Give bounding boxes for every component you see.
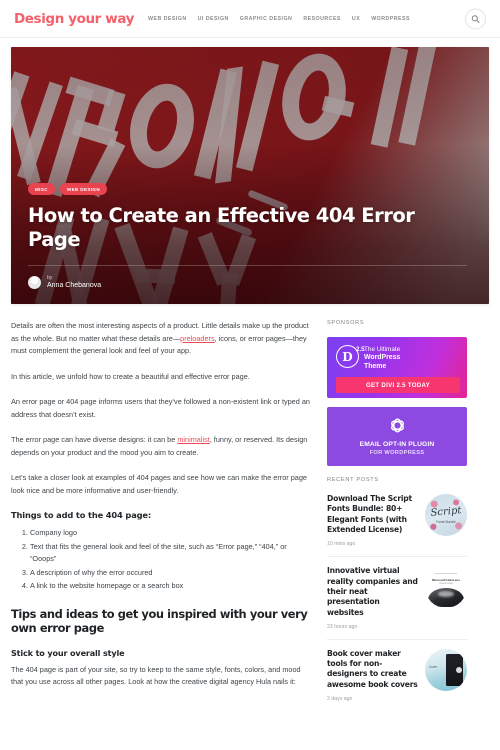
list-item: Text that fits the general look and feel… — [30, 541, 311, 565]
hero-banner: MISC WEB DESIGN How to Create an Effecti… — [11, 47, 489, 304]
avatar — [28, 275, 41, 289]
post-text: Book cover maker tools for non-designers… — [327, 649, 418, 702]
list-item: A link to the website homepage or a sear… — [30, 580, 311, 592]
list-item: Company logo — [30, 527, 311, 539]
link-minimalist[interactable]: minimalist — [177, 435, 209, 444]
divi-line-2: WordPress — [364, 354, 401, 362]
paragraph-1: Details are often the most interesting a… — [11, 320, 311, 358]
divi-line-1: The Ultimate — [364, 346, 401, 353]
recent-posts-heading: RECENT POSTS — [327, 477, 379, 483]
thumbnail-sub-text: Fonts Bundle — [436, 520, 456, 525]
list-item[interactable]: Book cover maker tools for non-designers… — [327, 648, 467, 711]
section-heading: Tips and ideas to get you inspired with … — [11, 606, 308, 636]
list-item[interactable]: Download The Script Fonts Bundle: 80+ El… — [327, 494, 467, 558]
thumbnail-script-text: Script — [430, 505, 462, 520]
page-body: Details are often the most interesting a… — [0, 304, 500, 720]
paragraph-4: The error page can have diverse designs:… — [11, 434, 311, 459]
post-thumbnail: Microsoft HoloLens mixed reality — [425, 566, 467, 609]
paragraph-2: In this article, we unfold how to create… — [11, 371, 250, 381]
nav-item-resources[interactable]: RESOURCES — [303, 16, 341, 22]
site-header: Design your way WEB DESIGN UI DESIGN GRA… — [0, 0, 500, 38]
tag-web-design[interactable]: WEB DESIGN — [59, 183, 107, 196]
nav-item-wordpress[interactable]: WORDPRESS — [371, 16, 410, 22]
hero-content: MISC WEB DESIGN How to Create an Effecti… — [28, 183, 467, 290]
article-content: Details are often the most interesting a… — [11, 320, 311, 720]
post-text: Innovative virtual reality companies and… — [327, 566, 418, 630]
things-to-add-list: Company logo Text that fits the general … — [11, 527, 311, 592]
post-text: Download The Script Fonts Bundle: 80+ El… — [327, 494, 418, 547]
sidebar: SPONSORS D 2.5 The Ultimate WordPress Th… — [327, 320, 467, 720]
paragraph-3: An error page or 404 page informs users … — [11, 397, 310, 419]
thumbnail-label-text: Cover — [428, 664, 438, 669]
divi-version: 2.5 — [356, 346, 365, 353]
main-navigation: WEB DESIGN UI DESIGN GRAPHIC DESIGN RESO… — [148, 16, 410, 22]
paragraph-4-pre: The error page can have diverse designs:… — [11, 435, 178, 445]
hero-tags: MISC WEB DESIGN — [28, 183, 467, 196]
search-button[interactable] — [465, 8, 486, 29]
nav-item-graphic-design[interactable]: GRAPHIC DESIGN — [240, 16, 293, 22]
link-preloaders[interactable]: preloaders — [180, 334, 214, 343]
optin-line-2: FOR WORDPRESS — [369, 449, 425, 456]
divi-logo-mark: D 2.5 — [336, 345, 365, 368]
list-item[interactable]: Innovative virtual reality companies and… — [327, 566, 467, 640]
post-timestamp: 2 days ago — [327, 696, 353, 703]
thumbnail-rule — [435, 573, 457, 575]
post-timestamp: 23 hours ago — [327, 623, 358, 630]
post-timestamp: 10 mins ago — [327, 541, 356, 548]
post-title[interactable]: Download The Script Fonts Bundle: 80+ El… — [327, 494, 418, 535]
optin-line-1: EMAIL OPT-IN PLUGIN — [359, 441, 435, 449]
author-byline: by Anna Chebanova — [28, 275, 467, 290]
post-title[interactable]: Book cover maker tools for non-designers… — [327, 649, 418, 690]
post-thumbnail: Cover — [425, 648, 467, 691]
optinmonster-logo-icon — [390, 418, 404, 433]
closing-paragraph: The 404 page is part of your site, so tr… — [11, 664, 301, 687]
divi-ad-text: The Ultimate WordPress Theme — [364, 345, 400, 372]
sub-heading: Stick to your overall style — [11, 647, 125, 658]
post-title[interactable]: Innovative virtual reality companies and… — [327, 566, 418, 618]
nav-item-ux[interactable]: UX — [352, 16, 360, 22]
search-icon — [471, 14, 480, 23]
divi-line-3: Theme — [364, 363, 387, 371]
hero-divider — [28, 264, 467, 266]
divi-cta-button[interactable]: GET DIVI 2.5 TODAY — [336, 377, 460, 394]
page-title: How to Create an Effective 404 Error Pag… — [28, 204, 415, 252]
tag-misc[interactable]: MISC — [28, 183, 55, 196]
nav-item-ui-design[interactable]: UI DESIGN — [198, 16, 229, 22]
author-name[interactable]: Anna Chebanova — [47, 281, 101, 290]
sponsors-heading: SPONSORS — [327, 320, 365, 326]
thumbnail-sub-text: mixed reality — [439, 581, 453, 585]
paragraph-5: Let’s take a closer look at examples of … — [11, 473, 307, 495]
post-thumbnail: Script Fonts Bundle — [425, 494, 467, 536]
divi-ad-top: D 2.5 The Ultimate WordPress Theme — [336, 345, 460, 372]
ad-divi[interactable]: D 2.5 The Ultimate WordPress Theme GET D… — [327, 337, 467, 398]
list-item: A description of why the error occured — [30, 567, 311, 579]
list-heading: Things to add to the 404 page: — [11, 510, 152, 521]
nav-item-web-design[interactable]: WEB DESIGN — [148, 16, 187, 22]
site-logo[interactable]: Design your way — [14, 11, 134, 27]
ad-email-optin[interactable]: EMAIL OPT-IN PLUGIN FOR WORDPRESS — [327, 407, 467, 466]
